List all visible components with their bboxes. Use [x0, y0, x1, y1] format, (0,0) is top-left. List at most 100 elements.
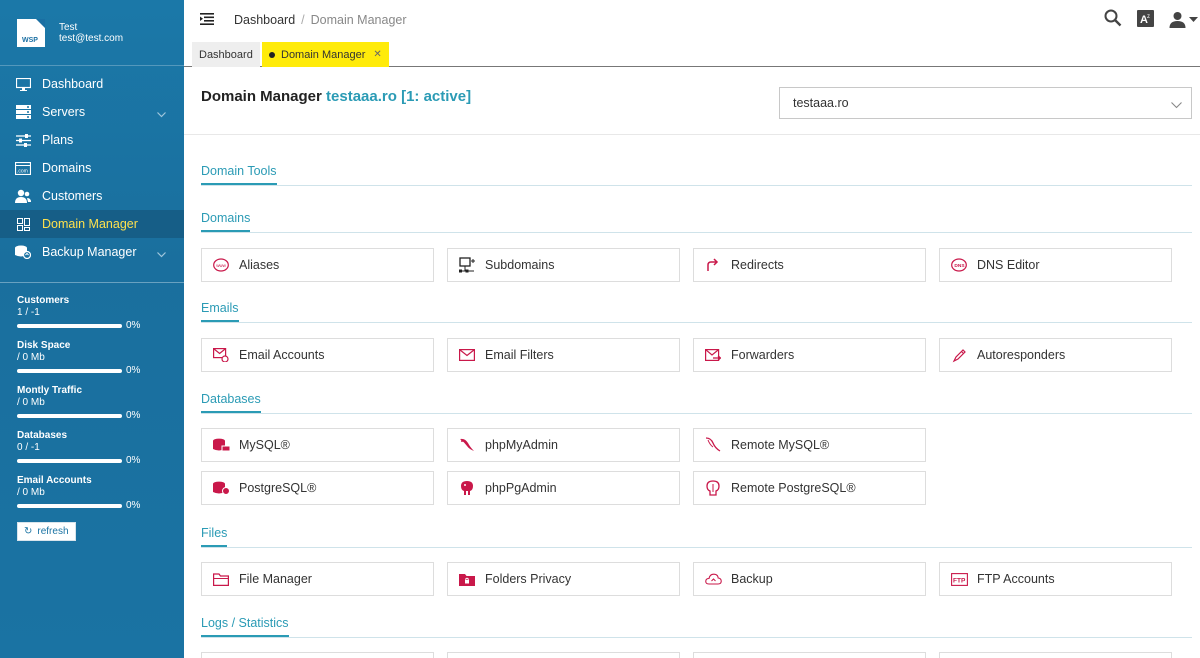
breadcrumb-root[interactable]: Dashboard: [234, 13, 295, 27]
card-label: phpPgAdmin: [485, 481, 557, 495]
stat-percent: 0%: [126, 320, 141, 331]
nav-item-backup-manager[interactable]: Backup Manager: [0, 238, 184, 266]
refresh-button[interactable]: ↻ refresh: [17, 522, 76, 541]
phppgadmin-icon: [458, 479, 476, 497]
nav-item-dashboard[interactable]: Dashboard: [0, 70, 184, 98]
backup-button[interactable]: Backup: [693, 562, 926, 596]
domains-icon: .com: [15, 160, 31, 176]
card-label: Email Filters: [485, 348, 554, 362]
refresh-icon: ↻: [24, 526, 33, 537]
logs-card[interactable]: [939, 652, 1172, 658]
section-title: Domains: [201, 211, 251, 232]
email-accounts-icon: [212, 346, 230, 364]
breadcrumb-current: Domain Manager: [310, 13, 407, 27]
tab-bar: Dashboard Domain Manager ✕: [184, 40, 1200, 67]
ftp-accounts-button[interactable]: FTP FTP Accounts: [939, 562, 1172, 596]
nav-item-domains[interactable]: .com Domains: [0, 154, 184, 182]
domain-select[interactable]: testaaa.ro: [779, 87, 1192, 119]
card-label: DNS Editor: [977, 258, 1040, 272]
forwarders-icon: [704, 346, 722, 364]
tab-domain-manager[interactable]: Domain Manager ✕: [262, 42, 389, 67]
email-filters-icon: [458, 346, 476, 364]
nav-item-plans[interactable]: Plans: [0, 126, 184, 154]
section-files: Files: [201, 525, 1192, 548]
postgresql-icon: [212, 479, 230, 497]
autoresponders-button[interactable]: Autoresponders: [939, 338, 1172, 372]
logs-card[interactable]: [693, 652, 926, 658]
progress-bar: [17, 458, 122, 463]
domain-status: testaaa.ro [1: active]: [326, 88, 472, 105]
logs-card[interactable]: [201, 652, 434, 658]
chevron-down-icon: [157, 247, 166, 261]
search-icon[interactable]: [1104, 9, 1122, 30]
svg-text:www: www: [216, 263, 226, 268]
progress-bar: [17, 323, 122, 328]
subdomains-button[interactable]: Subdomains: [447, 248, 680, 282]
autoresponders-icon: [950, 346, 968, 364]
postgresql-button[interactable]: PostgreSQL®: [201, 471, 434, 505]
stat-percent: 0%: [126, 500, 141, 511]
progress-bar: [17, 503, 122, 508]
remote-postgresql-button[interactable]: Remote PostgreSQL®: [693, 471, 926, 505]
stat-percent: 0%: [126, 365, 141, 376]
email-filters-button[interactable]: Email Filters: [447, 338, 680, 372]
forwarders-button[interactable]: Forwarders: [693, 338, 926, 372]
mysql-button[interactable]: MySQL®: [201, 428, 434, 462]
remote-mysql-button[interactable]: Remote MySQL®: [693, 428, 926, 462]
refresh-label: refresh: [37, 526, 69, 537]
domain-select-value: testaaa.ro: [793, 96, 849, 110]
card-label: Forwarders: [731, 348, 795, 362]
stat-email-accounts: Email Accounts / 0 Mb 0%: [17, 475, 167, 511]
nav-item-servers[interactable]: Servers: [0, 98, 184, 126]
close-icon[interactable]: ✕: [373, 49, 381, 60]
remote-postgresql-icon: [704, 479, 722, 497]
progress-bar: [17, 413, 122, 418]
dns-icon: DNS: [950, 256, 968, 274]
nav-label: Customers: [42, 189, 103, 203]
remote-mysql-icon: [704, 436, 722, 454]
email-accounts-button[interactable]: Email Accounts: [201, 338, 434, 372]
user-email: test@test.com: [59, 32, 124, 44]
card-label: File Manager: [239, 572, 312, 586]
nav-item-domain-manager[interactable]: Domain Manager: [0, 210, 184, 238]
progress-bar: [17, 368, 122, 373]
phppgadmin-button[interactable]: phpPgAdmin: [447, 471, 680, 505]
folders-privacy-button[interactable]: Folders Privacy: [447, 562, 680, 596]
card-label: Backup: [731, 572, 773, 586]
user-name: Test: [59, 21, 78, 33]
stat-databases: Databases 0 / -1 0%: [17, 430, 167, 466]
card-label: Aliases: [239, 258, 280, 272]
logo: WSP: [17, 18, 45, 47]
nav-label: Dashboard: [42, 77, 104, 91]
servers-icon: [15, 104, 31, 120]
card-label: Remote PostgreSQL®: [731, 481, 856, 495]
chevron-down-icon: [157, 107, 166, 121]
stat-value: / 0 Mb: [17, 352, 45, 363]
nav-label: Servers: [42, 105, 86, 119]
aliases-button[interactable]: www Aliases: [201, 248, 434, 282]
subdomains-icon: [458, 256, 476, 274]
nav-label: Domains: [42, 161, 92, 175]
menu-toggle-icon[interactable]: [200, 13, 214, 28]
redirects-button[interactable]: Redirects: [693, 248, 926, 282]
stat-title: Databases: [17, 430, 68, 441]
sliders-icon: [15, 132, 31, 148]
logs-card[interactable]: [447, 652, 680, 658]
page-title: Domain Manager testaaa.ro [1: active]: [201, 88, 471, 105]
user-menu-icon[interactable]: [1169, 11, 1198, 28]
nav-item-customers[interactable]: Customers: [0, 182, 184, 210]
tab-dashboard[interactable]: Dashboard: [192, 42, 260, 67]
translate-icon[interactable]: Az: [1137, 9, 1154, 30]
stat-percent: 0%: [126, 410, 141, 421]
file-manager-button[interactable]: File Manager: [201, 562, 434, 596]
section-domain-tools: Domain Tools: [201, 163, 1192, 186]
stat-value: 0 / -1: [17, 442, 40, 453]
phpmyadmin-button[interactable]: phpMyAdmin: [447, 428, 680, 462]
dns-editor-button[interactable]: DNS DNS Editor: [939, 248, 1172, 282]
stat-percent: 0%: [126, 455, 141, 466]
card-label: phpMyAdmin: [485, 438, 558, 452]
card-label: Remote MySQL®: [731, 438, 830, 452]
mysql-icon: [212, 436, 230, 454]
section-title[interactable]: Domain Tools: [201, 164, 277, 185]
nav-label: Backup Manager: [42, 245, 137, 259]
